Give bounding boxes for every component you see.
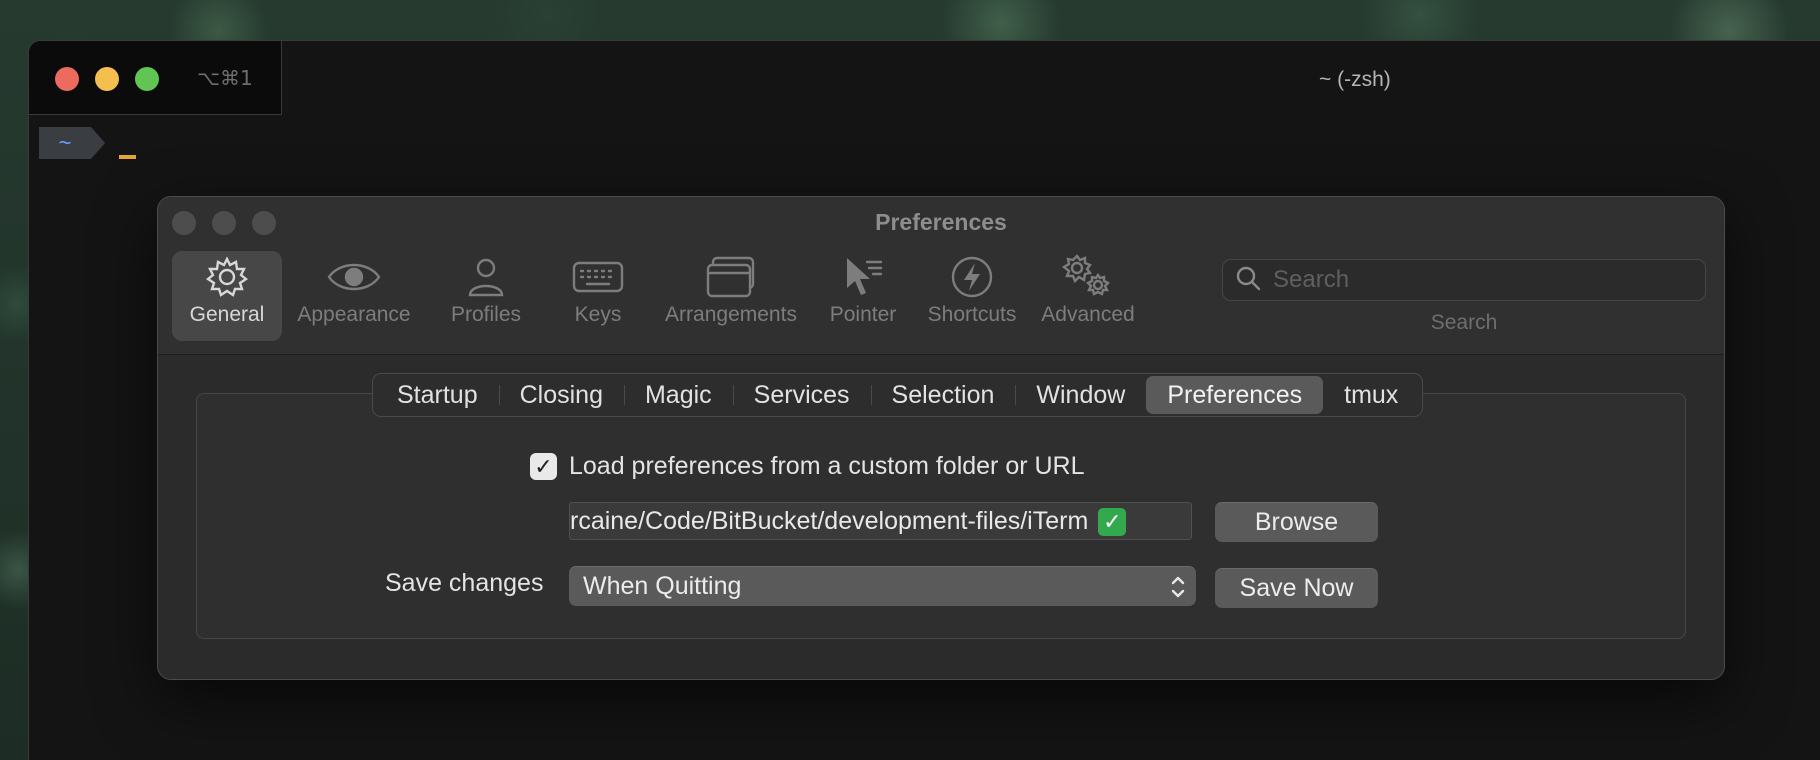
- custom-folder-field[interactable]: rcaine/Code/BitBucket/development-files/…: [569, 502, 1192, 540]
- close-window-button[interactable]: [55, 67, 79, 91]
- search-icon: [1235, 265, 1261, 296]
- green-check-icon: ✓: [1098, 508, 1127, 537]
- zoom-window-button[interactable]: [135, 67, 159, 91]
- toolbar-label: Shortcuts: [927, 303, 1017, 326]
- tab-magic[interactable]: Magic: [623, 376, 733, 414]
- gears-icon: [1060, 251, 1116, 303]
- load-custom-label: Load preferences from a custom folder or…: [569, 452, 1085, 480]
- toolbar-appearance[interactable]: Appearance: [282, 251, 426, 341]
- save-changes-label: Save changes: [385, 569, 544, 597]
- terminal-cursor: [119, 155, 136, 159]
- prompt-directory: ~: [39, 127, 91, 159]
- toolbar-shortcuts[interactable]: Shortcuts: [914, 251, 1030, 341]
- preferences-toolbar: Preferences General Appearance Profiles …: [158, 197, 1724, 355]
- preferences-title: Preferences: [875, 209, 1007, 235]
- pointer-icon: [839, 251, 887, 303]
- prompt-arrow-icon: [91, 127, 105, 159]
- toolbar-label: Advanced: [1041, 303, 1135, 326]
- load-custom-checkbox[interactable]: ✓: [530, 453, 557, 480]
- toolbar-advanced[interactable]: Advanced: [1030, 251, 1146, 341]
- toolbar-label: General: [189, 303, 265, 326]
- save-changes-value: When Quitting: [583, 572, 742, 600]
- toolbar-label: Profiles: [450, 303, 522, 326]
- toolbar-label: Appearance: [297, 303, 411, 326]
- windows-icon: [705, 251, 757, 303]
- tab-shortcut-label: ⌥⌘1: [197, 66, 253, 90]
- tab-window[interactable]: Window: [1015, 376, 1146, 414]
- tab-preferences[interactable]: Preferences: [1146, 376, 1324, 414]
- search-area: Search: [1222, 259, 1706, 335]
- toolbar-pointer[interactable]: Pointer: [812, 251, 914, 341]
- preferences-window: Preferences General Appearance Profiles …: [157, 196, 1725, 680]
- save-changes-select[interactable]: When Quitting: [569, 566, 1196, 606]
- toolbar-general[interactable]: General: [172, 251, 282, 341]
- custom-folder-path: rcaine/Code/BitBucket/development-files/…: [570, 507, 1089, 535]
- eye-icon: [326, 251, 382, 303]
- toolbar-label: Pointer: [829, 303, 897, 326]
- tab-selection[interactable]: Selection: [870, 376, 1016, 414]
- general-tabs: Startup Closing Magic Services Selection…: [372, 373, 1424, 417]
- chevron-up-down-icon: [1170, 573, 1186, 601]
- terminal-title: ~ (-zsh): [1319, 68, 1391, 91]
- load-custom-row: ✓ Load preferences from a custom folder …: [530, 452, 1085, 481]
- search-input[interactable]: [1273, 266, 1673, 294]
- tab-tmux[interactable]: tmux: [1323, 376, 1419, 414]
- toolbar-label: Arrangements: [665, 303, 797, 326]
- person-icon: [466, 251, 506, 303]
- toolbar-keys[interactable]: Keys: [546, 251, 650, 341]
- toolbar-profiles[interactable]: Profiles: [426, 251, 546, 341]
- search-label: Search: [1430, 311, 1498, 334]
- gear-icon: [205, 251, 249, 303]
- save-now-button[interactable]: Save Now: [1215, 568, 1378, 608]
- toolbar-label: Keys: [574, 303, 622, 326]
- toolbar-arrangements[interactable]: Arrangements: [650, 251, 812, 341]
- keyboard-icon: [572, 251, 624, 303]
- search-box[interactable]: [1222, 259, 1706, 301]
- tab-startup[interactable]: Startup: [376, 376, 499, 414]
- terminal-tab[interactable]: ⌥⌘1: [29, 41, 282, 115]
- browse-button[interactable]: Browse: [1215, 502, 1378, 542]
- tab-services[interactable]: Services: [732, 376, 871, 414]
- tab-closing[interactable]: Closing: [498, 376, 624, 414]
- minimize-window-button[interactable]: [95, 67, 119, 91]
- lightning-icon: [950, 251, 994, 303]
- toolbar-items: General Appearance Profiles Keys Arrange…: [172, 251, 1146, 341]
